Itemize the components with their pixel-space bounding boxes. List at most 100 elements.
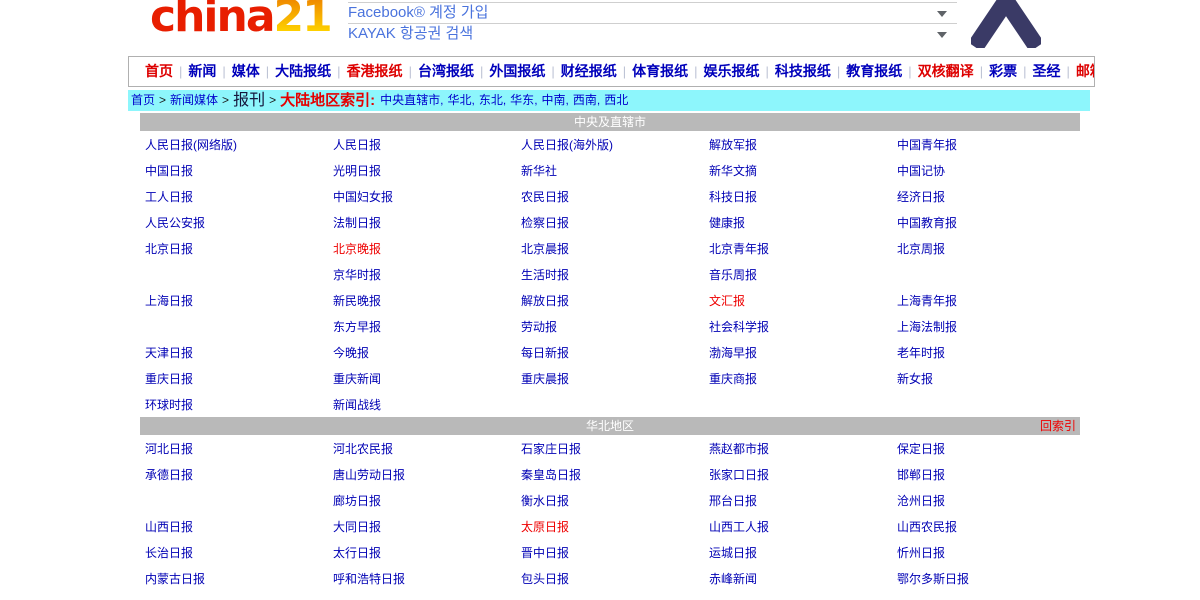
newspaper-link[interactable]: 新民晚报 bbox=[333, 294, 381, 308]
newspaper-link[interactable]: 生活时报 bbox=[521, 268, 569, 282]
newspaper-link[interactable]: 重庆新闻 bbox=[333, 372, 381, 386]
region-link[interactable]: 华东 bbox=[510, 93, 534, 107]
newspaper-link[interactable]: 新华社 bbox=[521, 164, 557, 178]
newspaper-link[interactable]: 北京日报 bbox=[145, 242, 193, 256]
newspaper-link[interactable]: 河北农民报 bbox=[333, 442, 393, 456]
newspaper-link[interactable]: 山西农民报 bbox=[897, 520, 957, 534]
newspaper-link[interactable]: 重庆晨报 bbox=[521, 372, 569, 386]
newspaper-link[interactable]: 北京晨报 bbox=[521, 242, 569, 256]
newspaper-link[interactable]: 河北日报 bbox=[145, 442, 193, 456]
region-link[interactable]: 华北 bbox=[447, 93, 471, 107]
newspaper-link[interactable]: 保定日报 bbox=[897, 442, 945, 456]
newspaper-link[interactable]: 山西工人报 bbox=[709, 520, 769, 534]
newspaper-link[interactable]: 上海法制报 bbox=[897, 320, 957, 334]
nav-item[interactable]: 体育报纸 bbox=[632, 63, 688, 79]
newspaper-link[interactable]: 解放日报 bbox=[521, 294, 569, 308]
newspaper-link[interactable]: 法制日报 bbox=[333, 216, 381, 230]
newspaper-link[interactable]: 老年时报 bbox=[897, 346, 945, 360]
newspaper-link[interactable]: 北京青年报 bbox=[709, 242, 769, 256]
site-logo[interactable]: china21 bbox=[150, 0, 331, 42]
newspaper-link[interactable]: 呼和浩特日报 bbox=[333, 572, 405, 586]
newspaper-link[interactable]: 人民日报 bbox=[333, 138, 381, 152]
chevron-up-icon[interactable] bbox=[971, 0, 1041, 53]
region-link[interactable]: 东北 bbox=[479, 93, 503, 107]
newspaper-link[interactable]: 唐山劳动日报 bbox=[333, 468, 405, 482]
newspaper-link[interactable]: 人民公安报 bbox=[145, 216, 205, 230]
newspaper-link[interactable]: 沧州日报 bbox=[897, 494, 945, 508]
breadcrumb-link[interactable]: 首页 bbox=[131, 93, 155, 107]
newspaper-link[interactable]: 包头日报 bbox=[521, 572, 569, 586]
newspaper-link[interactable]: 上海青年报 bbox=[897, 294, 957, 308]
region-link[interactable]: 中央直辖市 bbox=[380, 93, 440, 107]
newspaper-link[interactable]: 太原日报 bbox=[521, 520, 569, 534]
nav-item[interactable]: 科技报纸 bbox=[775, 63, 831, 79]
newspaper-link[interactable]: 文汇报 bbox=[709, 294, 745, 308]
newspaper-link[interactable]: 新女报 bbox=[897, 372, 933, 386]
newspaper-link[interactable]: 中国记协 bbox=[897, 164, 945, 178]
chevron-down-icon[interactable] bbox=[937, 11, 947, 17]
back-to-index-link[interactable]: 回索引 bbox=[1040, 417, 1076, 435]
newspaper-link[interactable]: 人民日报(海外版) bbox=[521, 138, 613, 152]
newspaper-link[interactable]: 重庆日报 bbox=[145, 372, 193, 386]
newspaper-link[interactable]: 石家庄日报 bbox=[521, 442, 581, 456]
nav-item[interactable]: 圣经 bbox=[1032, 63, 1060, 79]
newspaper-link[interactable]: 重庆商报 bbox=[709, 372, 757, 386]
nav-item[interactable]: 财经报纸 bbox=[561, 63, 617, 79]
newspaper-link[interactable]: 张家口日报 bbox=[709, 468, 769, 482]
nav-item[interactable]: 外国报纸 bbox=[489, 63, 545, 79]
nav-item[interactable]: 彩票 bbox=[989, 63, 1017, 79]
newspaper-link[interactable]: 上海日报 bbox=[145, 294, 193, 308]
nav-item[interactable]: 新闻 bbox=[188, 63, 216, 79]
newspaper-link[interactable]: 大同日报 bbox=[333, 520, 381, 534]
newspaper-link[interactable]: 劳动报 bbox=[521, 320, 557, 334]
newspaper-link[interactable]: 京华时报 bbox=[333, 268, 381, 282]
newspaper-link[interactable]: 晋中日报 bbox=[521, 546, 569, 560]
newspaper-link[interactable]: 天津日报 bbox=[145, 346, 193, 360]
newspaper-link[interactable]: 环球时报 bbox=[145, 398, 193, 412]
nav-item[interactable]: 教育报纸 bbox=[846, 63, 902, 79]
newspaper-link[interactable]: 科技日报 bbox=[709, 190, 757, 204]
nav-item[interactable]: 媒体 bbox=[232, 63, 260, 79]
region-link[interactable]: 中南 bbox=[542, 93, 566, 107]
nav-item[interactable]: 双核翻译 bbox=[918, 63, 974, 79]
newspaper-link[interactable]: 北京周报 bbox=[897, 242, 945, 256]
newspaper-link[interactable]: 社会科学报 bbox=[709, 320, 769, 334]
newspaper-link[interactable]: 检察日报 bbox=[521, 216, 569, 230]
newspaper-link[interactable]: 运城日报 bbox=[709, 546, 757, 560]
region-link[interactable]: 西南 bbox=[573, 93, 597, 107]
newspaper-link[interactable]: 邢台日报 bbox=[709, 494, 757, 508]
nav-item[interactable]: 台湾报纸 bbox=[418, 63, 474, 79]
nav-item[interactable]: 首页 bbox=[145, 63, 173, 79]
newspaper-link[interactable]: 衡水日报 bbox=[521, 494, 569, 508]
newspaper-link[interactable]: 农民日报 bbox=[521, 190, 569, 204]
newspaper-link[interactable]: 太行日报 bbox=[333, 546, 381, 560]
newspaper-link[interactable]: 中国妇女报 bbox=[333, 190, 393, 204]
newspaper-link[interactable]: 廊坊日报 bbox=[333, 494, 381, 508]
newspaper-link[interactable]: 秦皇岛日报 bbox=[521, 468, 581, 482]
newspaper-link[interactable]: 每日新报 bbox=[521, 346, 569, 360]
newspaper-link[interactable]: 内蒙古日报 bbox=[145, 572, 205, 586]
newspaper-link[interactable]: 中国日报 bbox=[145, 164, 193, 178]
newspaper-link[interactable]: 解放军报 bbox=[709, 138, 757, 152]
newspaper-link[interactable]: 今晚报 bbox=[333, 346, 369, 360]
newspaper-link[interactable]: 邯郸日报 bbox=[897, 468, 945, 482]
newspaper-link[interactable]: 新华文摘 bbox=[709, 164, 757, 178]
nav-item[interactable]: 大陆报纸 bbox=[275, 63, 331, 79]
newspaper-link[interactable]: 东方早报 bbox=[333, 320, 381, 334]
ad-link-row[interactable]: KAYAK 항공권 검색 bbox=[348, 23, 957, 44]
newspaper-link[interactable]: 光明日报 bbox=[333, 164, 381, 178]
newspaper-link[interactable]: 经济日报 bbox=[897, 190, 945, 204]
region-link[interactable]: 西北 bbox=[604, 93, 628, 107]
newspaper-link[interactable]: 长治日报 bbox=[145, 546, 193, 560]
newspaper-link[interactable]: 人民日报(网络版) bbox=[145, 138, 237, 152]
newspaper-link[interactable]: 音乐周报 bbox=[709, 268, 757, 282]
breadcrumb-link[interactable]: 新闻媒体 bbox=[170, 93, 218, 107]
newspaper-link[interactable]: 赤峰新闻 bbox=[709, 572, 757, 586]
newspaper-link[interactable]: 山西日报 bbox=[145, 520, 193, 534]
newspaper-link[interactable]: 承德日报 bbox=[145, 468, 193, 482]
newspaper-link[interactable]: 中国教育报 bbox=[897, 216, 957, 230]
newspaper-link[interactable]: 燕赵都市报 bbox=[709, 442, 769, 456]
newspaper-link[interactable]: 中国青年报 bbox=[897, 138, 957, 152]
nav-item[interactable]: 邮箱 bbox=[1076, 63, 1095, 79]
chevron-down-icon[interactable] bbox=[937, 32, 947, 38]
